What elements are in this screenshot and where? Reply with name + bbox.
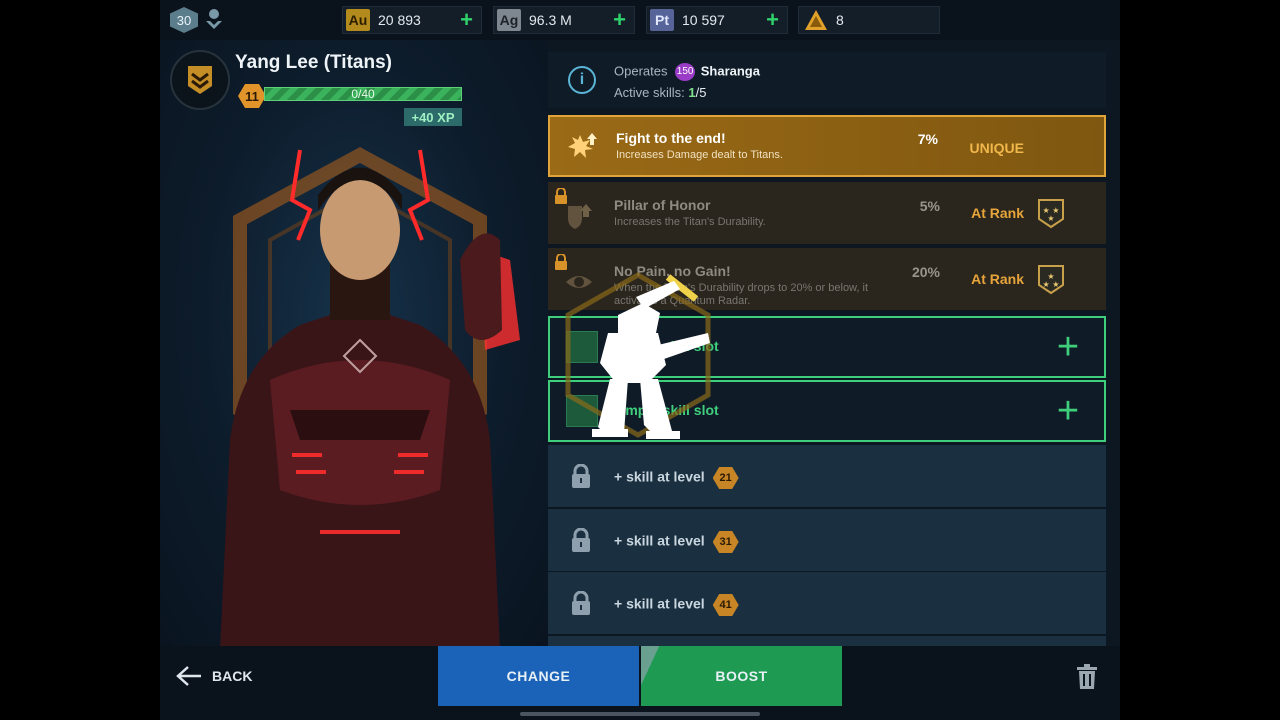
active-skills-current: 1 [688,85,696,100]
empty-skill-slot[interactable]: Empty skill slot + [548,316,1106,378]
future-slot-level: 31 [712,531,739,553]
player-level-badge[interactable]: 30 [170,7,198,33]
future-slot-text: + skill at level 31 [614,531,739,553]
bottom-bar: BACK CHANGE BOOST [160,646,1120,720]
home-indicator [520,712,760,716]
skill-row-locked[interactable]: No Pain, no Gain! When the Titan's Durab… [548,248,1106,310]
future-slot-label: + skill at level [614,532,705,549]
silver-counter[interactable]: Ag 96.3 M + [493,6,635,34]
future-skill-slot: + skill at level 41 [548,572,1106,634]
skill-row-locked[interactable]: Pillar of Honor Increases the Titan's Du… [548,182,1106,244]
xp-bonus-badge: +40 XP [404,108,462,126]
skill-title: Pillar of Honor [614,197,711,213]
skill-percent: 5% [919,198,940,214]
at-rank-label: At Rank [971,205,1024,221]
future-slot-label: + skill at level [614,595,705,612]
svg-text:★ ★: ★ ★ [1043,280,1060,289]
triangle-token-icon [805,10,827,30]
active-skills-label: Active skills: [614,85,685,100]
arrow-left-icon [176,666,201,686]
skill-desc: Increases the Titan's Durability. [614,216,766,228]
empty-slot-label: Empty skill slot [616,402,719,418]
skill-desc: Increases Damage dealt to Titans. [616,149,783,161]
svg-text:★: ★ [1047,214,1054,223]
rank-emblem [170,50,230,110]
platinum-counter[interactable]: Pt 10 597 + [646,6,788,34]
upgrade-tokens-counter[interactable]: 8 [798,6,940,34]
add-platinum-button[interactable]: + [766,9,779,31]
back-label: BACK [212,668,253,684]
skill-row-unique[interactable]: Fight to the end! Increases Damage dealt… [548,115,1106,177]
skill-title: Fight to the end! [616,130,726,146]
operates-text: Operates 150 Sharanga [614,63,760,81]
active-skills-total: /5 [695,85,707,100]
pilot-portrait [220,147,520,646]
future-slot-text: + skill at level 21 [614,467,739,489]
skill-title: No Pain, no Gain! [614,263,731,279]
empty-slot-label: Empty skill slot [616,338,719,354]
gold-icon: Au [346,9,370,31]
future-slot-level: 21 [712,467,739,489]
at-rank-label: At Rank [971,271,1024,287]
operates-label: Operates [614,63,668,79]
gold-value: 20 893 [378,12,421,28]
lock-icon [572,528,590,552]
add-silver-button[interactable]: + [613,9,626,31]
platinum-icon: Pt [650,9,674,31]
add-skill-button[interactable]: + [1052,392,1084,430]
empty-slot-icon [566,331,598,363]
pilot-panel: Yang Lee (Titans) 11 0/40 +40 XP [160,40,548,646]
future-slot-label: + skill at level [614,468,705,485]
future-slot-text: + skill at level 41 [614,594,739,616]
boost-button[interactable]: BOOST [641,646,842,706]
shield-up-icon [568,204,592,229]
info-icon[interactable]: i [568,66,596,94]
chevron-rank-icon [188,66,212,94]
empty-slot-icon [566,395,598,427]
skill-percent: 20% [911,264,940,280]
active-skills-text: Active skills: 1/5 [614,85,707,100]
add-gold-button[interactable]: + [460,9,473,31]
skill-percent: 7% [917,131,938,147]
silver-icon: Ag [497,9,521,31]
damage-burst-icon [568,133,597,158]
skill-desc: When the Titan's Durability drops to 20%… [614,282,869,307]
add-skill-button[interactable]: + [1052,328,1084,366]
game-screen: 30 Au 20 893 + Ag 96.3 M + Pt 10 597 + 8 [160,0,1120,720]
top-bar: 30 Au 20 893 + Ag 96.3 M + Pt 10 597 + 8 [160,0,1120,40]
future-skill-slot: + skill at level 21 [548,445,1106,507]
gold-counter[interactable]: Au 20 893 + [342,6,482,34]
platinum-value: 10 597 [682,12,725,28]
player-level: 30 [176,12,192,28]
rank-stars-icon: ★ ★ ★ [1038,265,1064,295]
trash-icon[interactable] [1076,664,1098,690]
empty-skill-slot[interactable]: Empty skill slot + [548,380,1106,442]
rank-stars-icon: ★ ★ ★ [1038,199,1064,229]
change-button[interactable]: CHANGE [438,646,639,706]
unique-tag: UNIQUE [969,140,1024,156]
future-skill-slot: + skill at level 31 [548,509,1106,571]
eye-radar-icon [566,276,592,288]
xp-progress-text: 0/40 [351,87,375,101]
skills-panel: i Operates 150 Sharanga Active skills: 1… [548,52,1106,646]
skills-info-row: i Operates 150 Sharanga Active skills: 1… [548,52,1106,108]
pilot-name: Yang Lee (Titans) [235,52,392,73]
future-slot-level: 41 [712,594,739,616]
back-button[interactable]: BACK [176,664,252,688]
pilot-level-badge: 11 [238,84,266,108]
lock-icon [572,464,590,488]
profile-icon[interactable] [204,8,224,32]
robot-name: Sharanga [700,63,760,79]
future-skill-slot-partial [548,636,1106,646]
robot-level-badge: 150 [675,63,696,81]
silver-value: 96.3 M [529,12,572,28]
tokens-value: 8 [836,12,844,28]
xp-progress-bar: 0/40 [264,87,462,101]
lock-icon [572,591,590,615]
